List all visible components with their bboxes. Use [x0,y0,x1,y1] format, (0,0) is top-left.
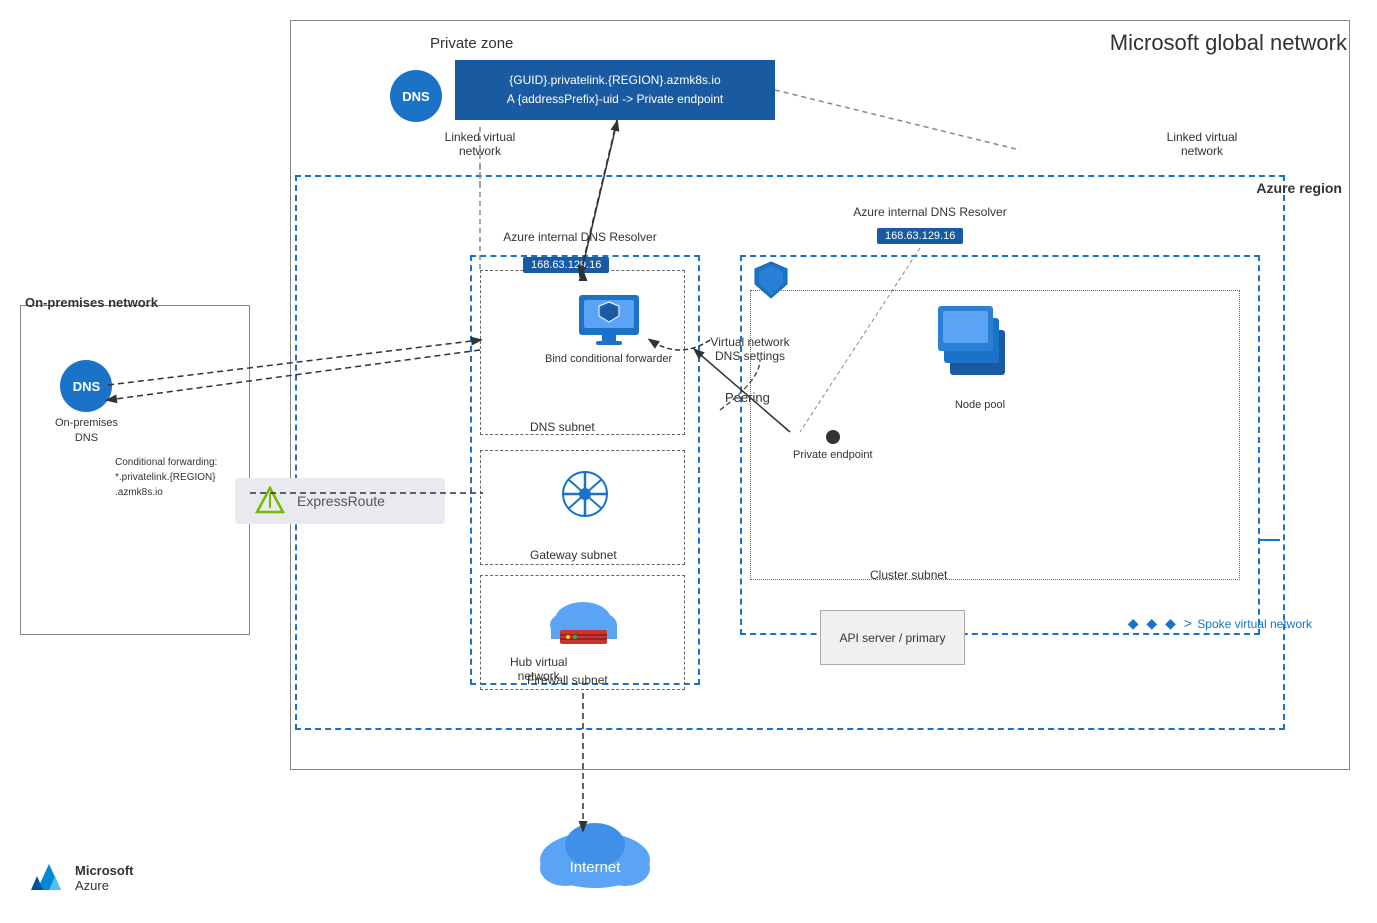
dns-resolver-left-label: Azure internal DNS Resolver [490,230,670,244]
bind-forwarder-label: Bind conditional forwarder [545,352,672,367]
private-zone-label: Private zone [430,35,513,52]
dns-resolver-right-label: Azure internal DNS Resolver [840,205,1020,219]
node-pool-area: Node pool [930,300,1030,411]
spoke-vnet-label: ◆ ◆ ◆ > Spoke virtual network [1128,615,1312,632]
expressroute-area: ExpressRoute [235,478,445,524]
azure-logo-icon [25,858,65,898]
bind-forwarder-icon [574,285,644,350]
private-endpoint-label: Private endpoint [793,448,873,463]
azure-label: Azure [75,878,134,893]
api-server-box: API server / primary [820,610,965,665]
node-pool-icon [930,300,1030,390]
expressroute-label: ExpressRoute [297,493,385,509]
ms-global-network-title: Microsoft global network [1110,30,1347,56]
on-prem-dns-area: DNS On-premisesDNS [55,360,118,447]
expressroute-icon [255,486,285,516]
node-pool-label: Node pool [930,399,1030,411]
gateway-subnet-label: Gateway subnet [530,548,617,562]
gateway-icon-area [555,467,615,527]
linked-vnet-left-label: Linked virtualnetwork [440,130,520,158]
svg-text:Internet: Internet [570,859,622,876]
firewall-icon [546,592,621,657]
azure-region-label: Azure region [1256,180,1342,196]
vnet-dns-settings-label: Virtual networkDNS settings [710,335,790,363]
cluster-subnet-label: Cluster subnet [870,568,947,582]
firewall-subnet-label: Firewall subnet [527,673,608,687]
bind-forwarder-area: Bind conditional forwarder [545,285,672,367]
private-endpoint-area: Private endpoint [793,430,873,463]
ms-azure-logo: Microsoft Azure [25,858,134,898]
on-prem-dns-label: On-premisesDNS [55,416,118,447]
dns-subnet-label: DNS subnet [530,420,595,434]
dns-circle-private: DNS [390,70,442,122]
dns-circle-onprem: DNS [60,360,112,412]
ip-badge-left: 168.63.129.16 [523,257,609,273]
ip-badge-right: 168.63.129.16 [877,228,963,244]
diagram-container: Microsoft global network Private zone DN… [0,0,1377,923]
firewall-icon-area [546,592,621,662]
linked-vnet-right-label: Linked virtualnetwork [1157,130,1247,158]
internet-cloud-icon: Internet [530,820,660,890]
ms-label: Microsoft [75,863,134,878]
internet-area: Internet [530,820,660,890]
private-zone-box: {GUID}.privatelink.{REGION}.azmk8s.io A … [455,60,775,120]
on-prem-title: On-premises network [25,295,158,310]
peering-label: Peering [725,390,770,405]
gateway-icon [555,467,615,522]
